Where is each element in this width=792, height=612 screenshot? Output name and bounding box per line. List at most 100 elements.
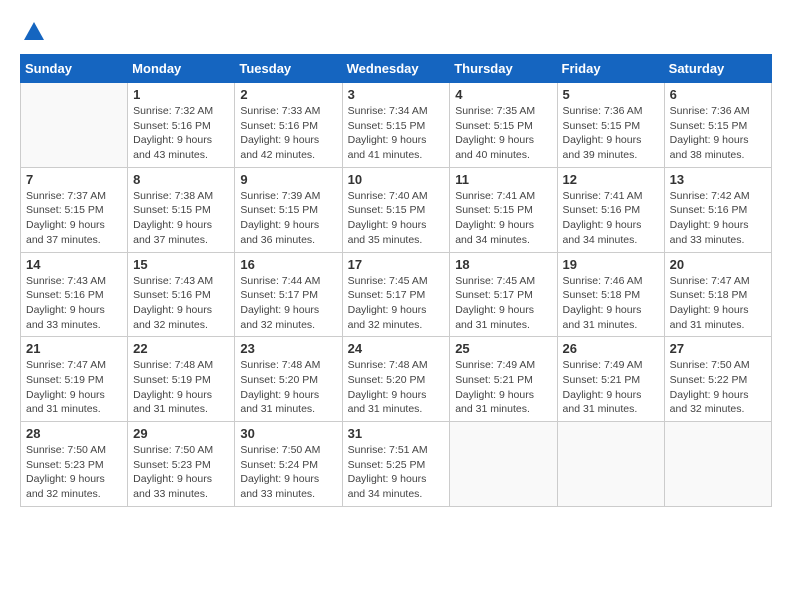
day-info: Sunrise: 7:43 AMSunset: 5:16 PMDaylight:… bbox=[133, 274, 229, 333]
calendar-cell: 29 Sunrise: 7:50 AMSunset: 5:23 PMDayligh… bbox=[128, 422, 235, 507]
weekday-header-row: SundayMondayTuesdayWednesdayThursdayFrid… bbox=[21, 55, 772, 83]
weekday-friday: Friday bbox=[557, 55, 664, 83]
calendar-cell: 22 Sunrise: 7:48 AMSunset: 5:19 PMDayligh… bbox=[128, 337, 235, 422]
logo-icon bbox=[22, 20, 46, 44]
day-info: Sunrise: 7:49 AMSunset: 5:21 PMDaylight:… bbox=[563, 358, 659, 417]
calendar-cell bbox=[557, 422, 664, 507]
day-number: 15 bbox=[133, 257, 229, 272]
day-info: Sunrise: 7:50 AMSunset: 5:23 PMDaylight:… bbox=[133, 443, 229, 502]
day-info: Sunrise: 7:38 AMSunset: 5:15 PMDaylight:… bbox=[133, 189, 229, 248]
day-number: 9 bbox=[240, 172, 336, 187]
calendar-cell: 7 Sunrise: 7:37 AMSunset: 5:15 PMDaylight… bbox=[21, 167, 128, 252]
day-info: Sunrise: 7:42 AMSunset: 5:16 PMDaylight:… bbox=[670, 189, 766, 248]
calendar-cell: 10 Sunrise: 7:40 AMSunset: 5:15 PMDayligh… bbox=[342, 167, 450, 252]
calendar-cell: 18 Sunrise: 7:45 AMSunset: 5:17 PMDayligh… bbox=[450, 252, 557, 337]
day-info: Sunrise: 7:39 AMSunset: 5:15 PMDaylight:… bbox=[240, 189, 336, 248]
day-info: Sunrise: 7:51 AMSunset: 5:25 PMDaylight:… bbox=[348, 443, 445, 502]
weekday-monday: Monday bbox=[128, 55, 235, 83]
calendar-cell: 16Sunrise: 7:44 AMSunset: 5:17 PMDayligh… bbox=[235, 252, 342, 337]
day-info: Sunrise: 7:48 AMSunset: 5:20 PMDaylight:… bbox=[348, 358, 445, 417]
day-info: Sunrise: 7:48 AMSunset: 5:19 PMDaylight:… bbox=[133, 358, 229, 417]
calendar-cell: 25 Sunrise: 7:49 AMSunset: 5:21 PMDayligh… bbox=[450, 337, 557, 422]
logo bbox=[20, 20, 46, 44]
calendar-cell: 17Sunrise: 7:45 AMSunset: 5:17 PMDayligh… bbox=[342, 252, 450, 337]
day-info: Sunrise: 7:32 AMSunset: 5:16 PMDaylight:… bbox=[133, 104, 229, 163]
calendar-cell: 27 Sunrise: 7:50 AMSunset: 5:22 PMDayligh… bbox=[664, 337, 771, 422]
day-number: 27 bbox=[670, 341, 766, 356]
calendar-cell: 14Sunrise: 7:43 AMSunset: 5:16 PMDayligh… bbox=[21, 252, 128, 337]
day-info: Sunrise: 7:45 AMSunset: 5:17 PMDaylight:… bbox=[455, 274, 551, 333]
calendar-cell: 6 Sunrise: 7:36 AMSunset: 5:15 PMDaylight… bbox=[664, 83, 771, 168]
day-number: 3 bbox=[348, 87, 445, 102]
calendar-week-1: 1 Sunrise: 7:32 AMSunset: 5:16 PMDaylight… bbox=[21, 83, 772, 168]
calendar-cell bbox=[450, 422, 557, 507]
day-info: Sunrise: 7:47 AMSunset: 5:18 PMDaylight:… bbox=[670, 274, 766, 333]
calendar-cell: 24 Sunrise: 7:48 AMSunset: 5:20 PMDayligh… bbox=[342, 337, 450, 422]
calendar-week-5: 28 Sunrise: 7:50 AMSunset: 5:23 PMDayligh… bbox=[21, 422, 772, 507]
day-info: Sunrise: 7:41 AMSunset: 5:15 PMDaylight:… bbox=[455, 189, 551, 248]
day-number: 28 bbox=[26, 426, 122, 441]
day-info: Sunrise: 7:47 AMSunset: 5:19 PMDaylight:… bbox=[26, 358, 122, 417]
calendar-cell: 13 Sunrise: 7:42 AMSunset: 5:16 PMDayligh… bbox=[664, 167, 771, 252]
day-info: Sunrise: 7:35 AMSunset: 5:15 PMDaylight:… bbox=[455, 104, 551, 163]
day-info: Sunrise: 7:33 AMSunset: 5:16 PMDaylight:… bbox=[240, 104, 336, 163]
calendar-cell: 30Sunrise: 7:50 AMSunset: 5:24 PMDayligh… bbox=[235, 422, 342, 507]
calendar-cell: 9 Sunrise: 7:39 AMSunset: 5:15 PMDaylight… bbox=[235, 167, 342, 252]
calendar-week-4: 21 Sunrise: 7:47 AMSunset: 5:19 PMDayligh… bbox=[21, 337, 772, 422]
weekday-thursday: Thursday bbox=[450, 55, 557, 83]
calendar-cell: 4 Sunrise: 7:35 AMSunset: 5:15 PMDaylight… bbox=[450, 83, 557, 168]
day-info: Sunrise: 7:40 AMSunset: 5:15 PMDaylight:… bbox=[348, 189, 445, 248]
day-info: Sunrise: 7:37 AMSunset: 5:15 PMDaylight:… bbox=[26, 189, 122, 248]
calendar-cell: 1 Sunrise: 7:32 AMSunset: 5:16 PMDaylight… bbox=[128, 83, 235, 168]
day-info: Sunrise: 7:34 AMSunset: 5:15 PMDaylight:… bbox=[348, 104, 445, 163]
calendar-cell: 20 Sunrise: 7:47 AMSunset: 5:18 PMDayligh… bbox=[664, 252, 771, 337]
day-number: 11 bbox=[455, 172, 551, 187]
weekday-tuesday: Tuesday bbox=[235, 55, 342, 83]
day-number: 4 bbox=[455, 87, 551, 102]
weekday-sunday: Sunday bbox=[21, 55, 128, 83]
day-info: Sunrise: 7:46 AMSunset: 5:18 PMDaylight:… bbox=[563, 274, 659, 333]
calendar-week-2: 7 Sunrise: 7:37 AMSunset: 5:15 PMDaylight… bbox=[21, 167, 772, 252]
day-info: Sunrise: 7:50 AMSunset: 5:22 PMDaylight:… bbox=[670, 358, 766, 417]
day-number: 5 bbox=[563, 87, 659, 102]
calendar-cell bbox=[21, 83, 128, 168]
day-number: 25 bbox=[455, 341, 551, 356]
weekday-saturday: Saturday bbox=[664, 55, 771, 83]
day-number: 6 bbox=[670, 87, 766, 102]
calendar-cell: 26Sunrise: 7:49 AMSunset: 5:21 PMDayligh… bbox=[557, 337, 664, 422]
day-number: 20 bbox=[670, 257, 766, 272]
day-info: Sunrise: 7:36 AMSunset: 5:15 PMDaylight:… bbox=[563, 104, 659, 163]
day-info: Sunrise: 7:48 AMSunset: 5:20 PMDaylight:… bbox=[240, 358, 336, 417]
calendar-table: SundayMondayTuesdayWednesdayThursdayFrid… bbox=[20, 54, 772, 507]
day-info: Sunrise: 7:49 AMSunset: 5:21 PMDaylight:… bbox=[455, 358, 551, 417]
day-info: Sunrise: 7:43 AMSunset: 5:16 PMDaylight:… bbox=[26, 274, 122, 333]
day-number: 19 bbox=[563, 257, 659, 272]
day-number: 1 bbox=[133, 87, 229, 102]
calendar-cell: 31 Sunrise: 7:51 AMSunset: 5:25 PMDayligh… bbox=[342, 422, 450, 507]
day-number: 2 bbox=[240, 87, 336, 102]
day-number: 8 bbox=[133, 172, 229, 187]
day-number: 29 bbox=[133, 426, 229, 441]
day-info: Sunrise: 7:41 AMSunset: 5:16 PMDaylight:… bbox=[563, 189, 659, 248]
calendar-cell: 8 Sunrise: 7:38 AMSunset: 5:15 PMDaylight… bbox=[128, 167, 235, 252]
calendar-cell: 15 Sunrise: 7:43 AMSunset: 5:16 PMDayligh… bbox=[128, 252, 235, 337]
calendar-cell: 28 Sunrise: 7:50 AMSunset: 5:23 PMDayligh… bbox=[21, 422, 128, 507]
calendar-cell: 2 Sunrise: 7:33 AMSunset: 5:16 PMDaylight… bbox=[235, 83, 342, 168]
day-number: 31 bbox=[348, 426, 445, 441]
day-info: Sunrise: 7:36 AMSunset: 5:15 PMDaylight:… bbox=[670, 104, 766, 163]
day-number: 13 bbox=[670, 172, 766, 187]
calendar-cell: 5 Sunrise: 7:36 AMSunset: 5:15 PMDaylight… bbox=[557, 83, 664, 168]
day-number: 21 bbox=[26, 341, 122, 356]
day-number: 7 bbox=[26, 172, 122, 187]
day-info: Sunrise: 7:50 AMSunset: 5:23 PMDaylight:… bbox=[26, 443, 122, 502]
day-number: 24 bbox=[348, 341, 445, 356]
day-number: 18 bbox=[455, 257, 551, 272]
day-info: Sunrise: 7:50 AMSunset: 5:24 PMDaylight:… bbox=[240, 443, 336, 502]
day-number: 12 bbox=[563, 172, 659, 187]
calendar-cell: 3 Sunrise: 7:34 AMSunset: 5:15 PMDaylight… bbox=[342, 83, 450, 168]
page-container: SundayMondayTuesdayWednesdayThursdayFrid… bbox=[0, 0, 792, 517]
day-number: 10 bbox=[348, 172, 445, 187]
calendar-cell: 11 Sunrise: 7:41 AMSunset: 5:15 PMDayligh… bbox=[450, 167, 557, 252]
day-info: Sunrise: 7:44 AMSunset: 5:17 PMDaylight:… bbox=[240, 274, 336, 333]
day-number: 22 bbox=[133, 341, 229, 356]
